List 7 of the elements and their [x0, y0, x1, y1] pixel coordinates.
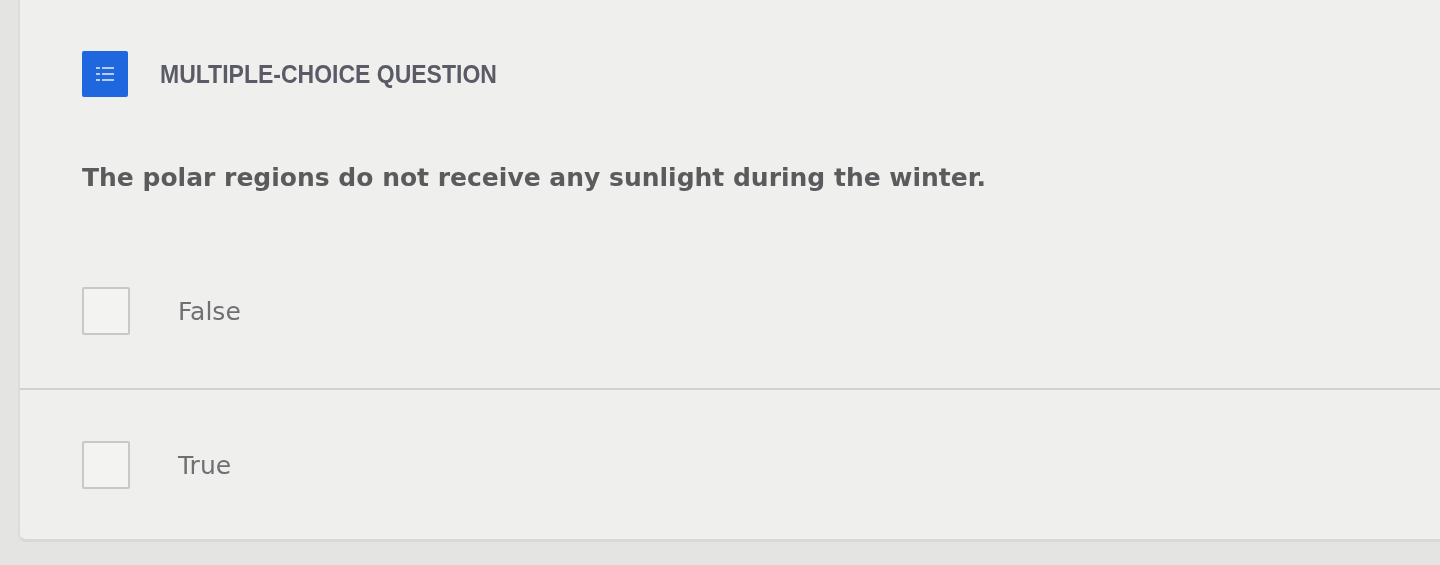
answer-label: False — [178, 296, 241, 326]
answer-label: True — [178, 450, 232, 480]
answer-checkbox[interactable] — [82, 287, 130, 335]
question-text: The polar regions do not receive any sunlight during the winter. — [82, 163, 986, 192]
list-icon — [82, 51, 128, 97]
answer-checkbox[interactable] — [82, 441, 130, 489]
question-type-label: MULTIPLE-CHOICE QUESTION — [160, 59, 497, 89]
